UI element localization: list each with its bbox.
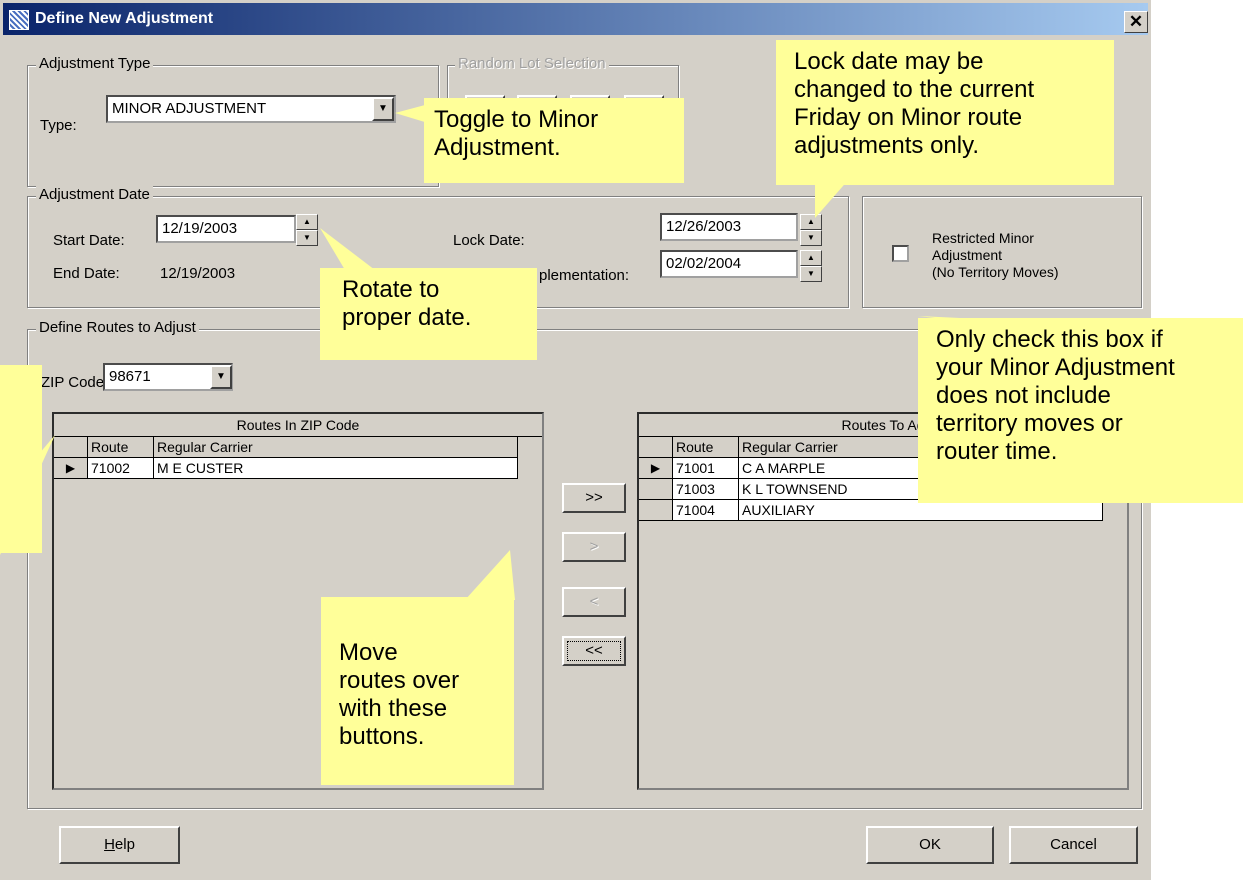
callout-line: Lock date may be — [794, 48, 984, 75]
callout-rotate: Rotate to proper date. — [320, 268, 537, 360]
callout-line: with these — [339, 695, 448, 722]
callout-restricted: Only check this box if your Minor Adjust… — [918, 318, 1243, 503]
callout-line: your Minor Adjustment — [936, 354, 1175, 381]
callout-line: routes over — [339, 667, 460, 694]
callout-partial-left — [0, 365, 42, 553]
callout-line: Rotate to — [342, 276, 440, 303]
pointer-rotate — [320, 228, 375, 270]
callout-line: Toggle to Minor — [434, 106, 599, 133]
callout-line: router time. — [936, 438, 1058, 465]
callout-lock-date: Lock date may be changed to the current … — [776, 40, 1114, 185]
callout-line: territory moves or — [936, 410, 1123, 437]
pointer-move — [465, 550, 515, 600]
callout-line: changed to the current — [794, 76, 1035, 103]
callout-line: Only check this box if — [936, 326, 1163, 353]
callout-line: proper date. — [342, 304, 472, 331]
callout-line: Move — [339, 639, 398, 666]
callout-line: adjustments only. — [794, 132, 979, 159]
callout-line: buttons. — [339, 723, 425, 750]
callout-line: does not include — [936, 382, 1111, 409]
callout-line: Friday on Minor route — [794, 104, 1023, 131]
callout-line: Adjustment. — [434, 134, 561, 161]
callout-toggle: Toggle to Minor Adjustment. — [424, 98, 684, 183]
callout-move: Move routes over with these buttons. — [321, 597, 514, 785]
